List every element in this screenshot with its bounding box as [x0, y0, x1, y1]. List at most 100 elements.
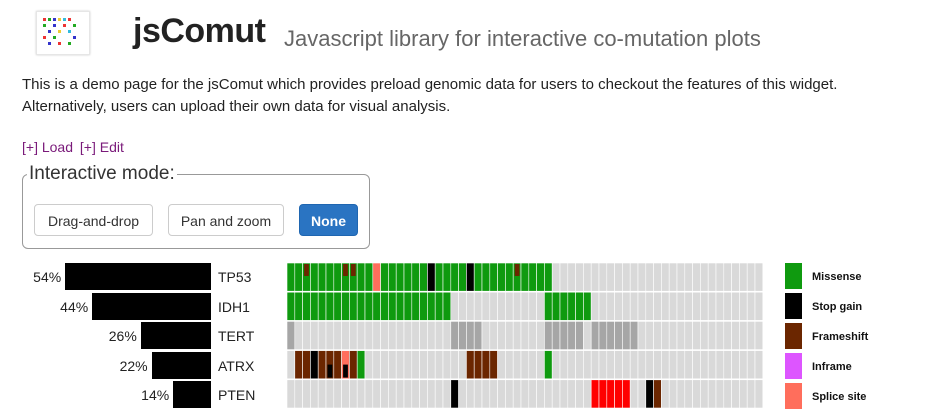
matrix-cell[interactable]	[668, 263, 678, 292]
matrix-cell[interactable]	[294, 291, 303, 321]
matrix-cell[interactable]	[497, 321, 506, 350]
matrix-cell[interactable]	[723, 379, 732, 408]
matrix-cell[interactable]	[388, 291, 397, 321]
matrix-cell[interactable]	[310, 379, 319, 408]
matrix-cell[interactable]	[536, 379, 545, 408]
matrix-cell[interactable]	[512, 379, 522, 408]
matrix-cell[interactable]	[567, 263, 576, 292]
matrix-cell[interactable]	[528, 321, 537, 350]
matrix-cell[interactable]	[466, 379, 475, 408]
matrix-cell[interactable]	[700, 350, 709, 380]
matrix-cell[interactable]	[614, 263, 623, 292]
matrix-cell[interactable]	[559, 350, 569, 380]
matrix-cell[interactable]	[614, 321, 623, 350]
matrix-cell[interactable]	[551, 291, 561, 321]
matrix-cell[interactable]	[317, 321, 327, 350]
matrix-cell[interactable]	[668, 321, 678, 350]
matrix-cell[interactable]	[684, 379, 693, 408]
matrix-cell[interactable]	[287, 291, 296, 321]
matrix-cell[interactable]	[544, 321, 553, 350]
matrix-cell[interactable]	[294, 350, 303, 380]
matrix-cell[interactable]	[325, 291, 335, 321]
matrix-cell[interactable]	[481, 350, 491, 380]
matrix-cell[interactable]	[754, 263, 764, 292]
matrix-cell[interactable]	[458, 263, 467, 292]
matrix-cell[interactable]	[310, 321, 319, 350]
matrix-cell[interactable]	[684, 263, 693, 292]
matrix-cell[interactable]	[310, 291, 319, 321]
matrix-cell[interactable]	[668, 379, 678, 408]
matrix-cell[interactable]	[723, 350, 732, 380]
matrix-cell[interactable]	[614, 291, 623, 321]
matrix-cell[interactable]	[489, 291, 498, 321]
matrix-cell[interactable]	[349, 321, 358, 350]
matrix-cell[interactable]	[551, 321, 561, 350]
matrix-cell[interactable]	[746, 379, 756, 408]
matrix-cell[interactable]	[489, 321, 498, 350]
matrix-cell[interactable]	[294, 263, 303, 292]
matrix-cell[interactable]	[661, 379, 670, 408]
matrix-cell[interactable]	[551, 263, 561, 292]
matrix-cell[interactable]	[583, 379, 592, 408]
matrix-cell[interactable]	[317, 263, 327, 292]
matrix-cell[interactable]	[466, 350, 475, 380]
matrix-cell[interactable]	[559, 379, 569, 408]
matrix-cell[interactable]	[536, 263, 545, 292]
matrix-cell[interactable]	[294, 321, 303, 350]
matrix-cell[interactable]	[411, 263, 420, 292]
matrix-cell[interactable]	[489, 350, 498, 380]
matrix-cell[interactable]	[349, 350, 358, 380]
matrix-cell[interactable]	[575, 321, 584, 350]
matrix-cell[interactable]	[739, 321, 748, 350]
matrix-cell[interactable]	[528, 379, 537, 408]
matrix-cell[interactable]	[341, 379, 350, 408]
matrix-cell[interactable]	[575, 263, 584, 292]
matrix-cell[interactable]	[661, 321, 670, 350]
matrix-cell[interactable]	[356, 379, 366, 408]
matrix-cell[interactable]	[754, 321, 764, 350]
matrix-cell[interactable]	[419, 263, 428, 292]
matrix-cell[interactable]	[520, 263, 530, 292]
matrix-cell[interactable]	[481, 321, 491, 350]
matrix-cell[interactable]	[536, 291, 545, 321]
matrix-cell[interactable]	[715, 263, 725, 292]
matrix-cell[interactable]	[302, 291, 311, 321]
matrix-cell[interactable]	[739, 263, 748, 292]
matrix-cell[interactable]	[419, 379, 428, 408]
matrix-cell[interactable]	[661, 263, 670, 292]
matrix-cell[interactable]	[606, 263, 615, 292]
matrix-cell[interactable]	[341, 321, 350, 350]
matrix-cell[interactable]	[536, 350, 545, 380]
matrix-cell[interactable]	[668, 291, 678, 321]
matrix-cell[interactable]	[583, 350, 592, 380]
matrix-cell[interactable]	[692, 350, 701, 380]
matrix-cell[interactable]	[505, 321, 514, 350]
matrix-cell[interactable]	[372, 350, 381, 380]
matrix-cell[interactable]	[372, 291, 381, 321]
matrix-cell[interactable]	[442, 350, 452, 380]
matrix-cell[interactable]	[403, 379, 413, 408]
matrix-cell[interactable]	[364, 321, 374, 350]
matrix-cell[interactable]	[458, 291, 467, 321]
matrix-cell[interactable]	[645, 321, 654, 350]
matrix-cell[interactable]	[528, 263, 537, 292]
none-mode-button[interactable]: None	[299, 204, 358, 236]
matrix-cell[interactable]	[746, 321, 756, 350]
matrix-cell[interactable]	[637, 291, 647, 321]
matrix-cell[interactable]	[395, 379, 405, 408]
matrix-cell[interactable]	[731, 379, 740, 408]
matrix-cell[interactable]	[489, 263, 498, 292]
matrix-cell[interactable]	[419, 321, 428, 350]
matrix-cell[interactable]	[637, 379, 647, 408]
matrix-cell[interactable]	[505, 291, 514, 321]
matrix-cell[interactable]	[388, 350, 397, 380]
matrix-cell[interactable]	[442, 263, 452, 292]
matrix-cell[interactable]	[372, 321, 381, 350]
matrix-cell[interactable]	[653, 321, 662, 350]
matrix-cell[interactable]	[364, 263, 374, 292]
matrix-cell[interactable]	[684, 291, 693, 321]
matrix-cell[interactable]	[364, 350, 374, 380]
matrix-cell[interactable]	[598, 321, 608, 350]
matrix-cell[interactable]	[567, 321, 576, 350]
matrix-cell[interactable]	[287, 263, 296, 292]
